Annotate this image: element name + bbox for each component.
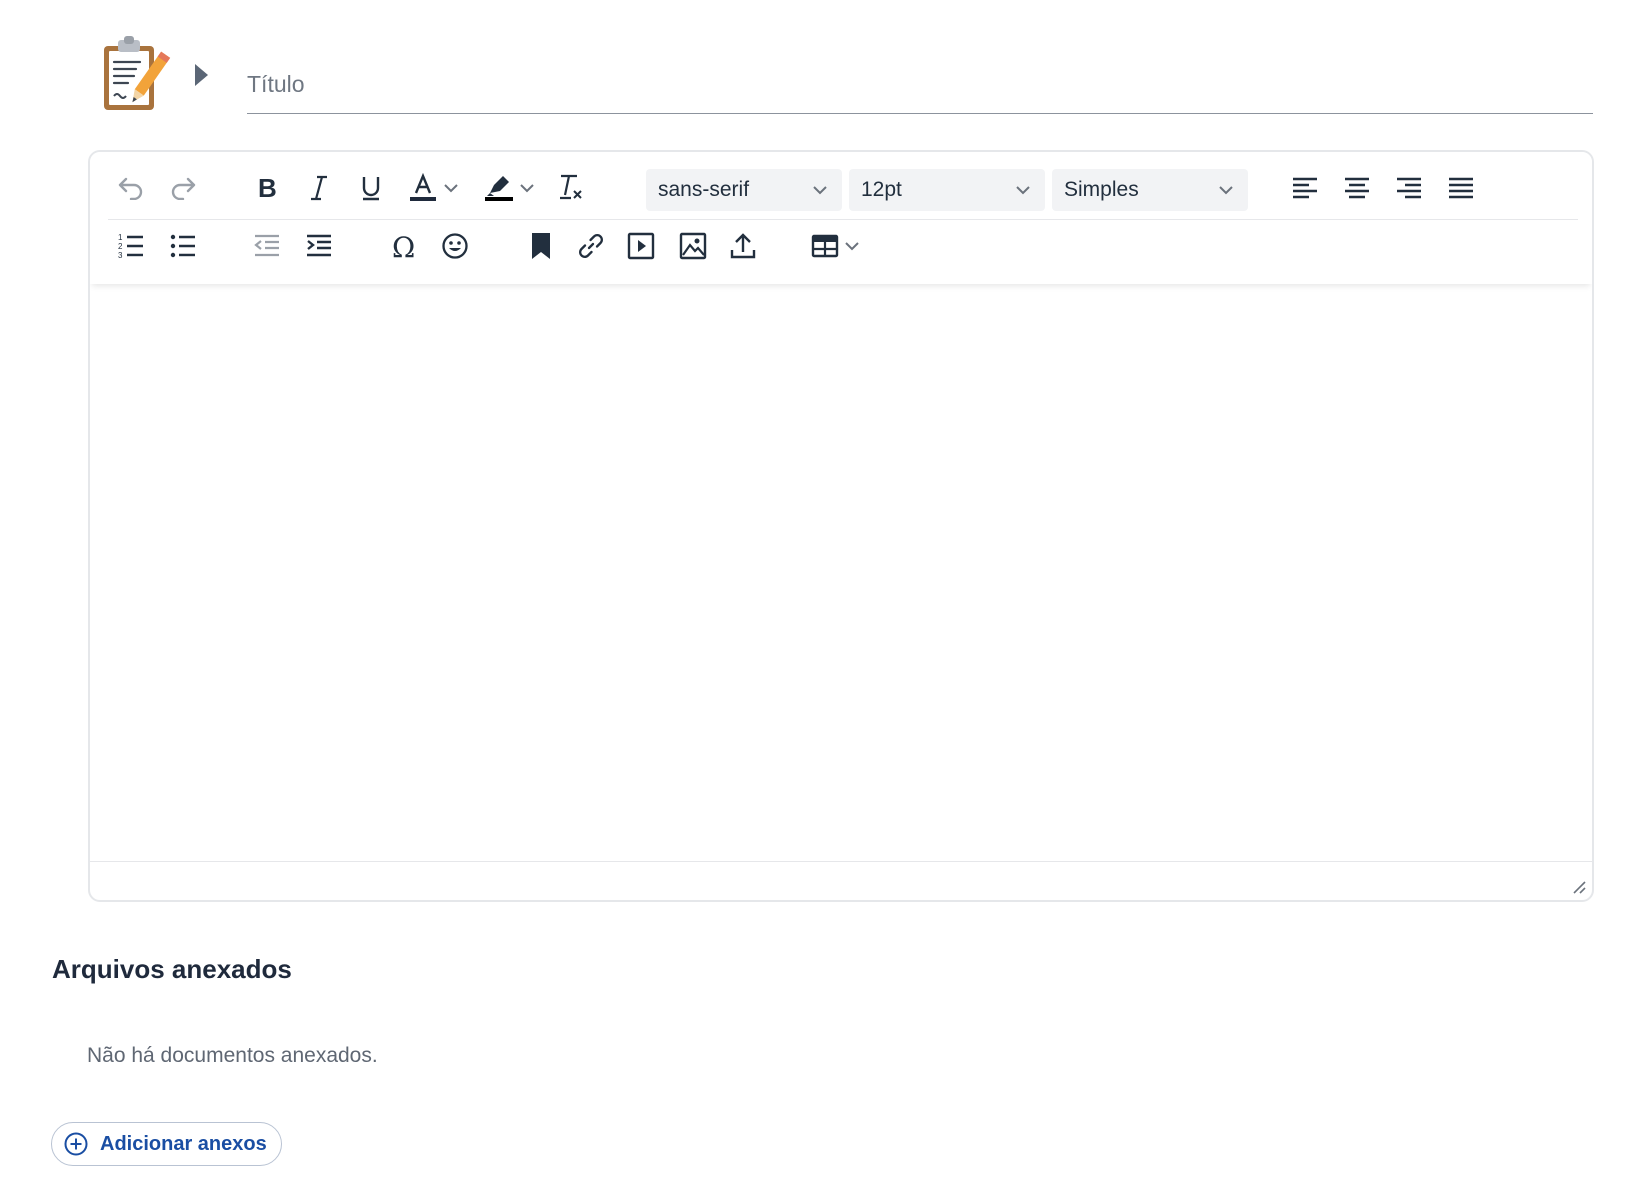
svg-text:2: 2 <box>118 242 123 251</box>
numbered-list-icon[interactable]: 123 <box>112 226 150 266</box>
title-input[interactable] <box>247 62 1593 114</box>
chevron-down-icon <box>813 186 827 195</box>
align-justify-icon[interactable] <box>1442 168 1480 208</box>
expand-caret-icon[interactable] <box>195 64 208 86</box>
svg-text:3: 3 <box>118 251 123 259</box>
bookmark-icon[interactable] <box>522 226 560 266</box>
special-character-omega-icon[interactable]: Ω <box>386 226 424 266</box>
indent-icon[interactable] <box>300 226 338 266</box>
outdent-icon[interactable] <box>248 226 286 266</box>
text-color-dropdown-chevron-icon[interactable] <box>440 168 462 208</box>
underline-icon[interactable] <box>352 168 390 208</box>
add-attachments-label: Adicionar anexos <box>100 1132 267 1155</box>
bold-icon[interactable]: B <box>248 168 286 208</box>
resize-handle-icon[interactable] <box>1572 880 1586 894</box>
add-attachments-button[interactable]: Adicionar anexos <box>51 1122 282 1166</box>
highlight-color-icon[interactable] <box>480 168 518 208</box>
highlight-dropdown-chevron-icon[interactable] <box>516 168 538 208</box>
table-icon[interactable] <box>808 226 842 266</box>
italic-icon[interactable] <box>300 168 338 208</box>
upload-icon[interactable] <box>724 226 762 266</box>
no-attachments-message: Não há documentos anexados. <box>87 1044 378 1067</box>
font-family-select[interactable]: sans-serif <box>646 169 842 211</box>
clipboard-icon <box>100 36 172 116</box>
svg-text:B: B <box>258 175 277 201</box>
plus-circle-icon <box>64 1132 88 1156</box>
insert-media-icon[interactable] <box>622 226 660 266</box>
svg-text:1: 1 <box>118 233 123 242</box>
clear-formatting-icon[interactable] <box>552 168 590 208</box>
chevron-down-icon <box>1016 186 1030 195</box>
text-color-icon[interactable] <box>404 168 442 208</box>
toolbar-row-divider <box>108 219 1578 220</box>
align-right-icon[interactable] <box>1390 168 1428 208</box>
font-size-select[interactable]: 12pt <box>849 169 1045 211</box>
table-dropdown-chevron-icon[interactable] <box>842 226 862 266</box>
svg-text:Ω: Ω <box>392 232 415 260</box>
block-format-select[interactable]: Simples <box>1052 169 1248 211</box>
insert-image-icon[interactable] <box>674 226 712 266</box>
undo-icon[interactable] <box>112 168 150 208</box>
chevron-down-icon <box>1219 186 1233 195</box>
attachments-heading: Arquivos anexados <box>52 954 292 984</box>
bullet-list-icon[interactable] <box>164 226 202 266</box>
editor-content-area[interactable] <box>90 284 1592 862</box>
align-center-icon[interactable] <box>1338 168 1376 208</box>
link-icon[interactable] <box>572 226 610 266</box>
redo-icon[interactable] <box>164 168 202 208</box>
align-left-icon[interactable] <box>1286 168 1324 208</box>
rich-text-editor: B sans-serif 12pt Simples 1 2 3 Ω <box>88 150 1594 902</box>
editor-status-bar <box>90 861 1592 900</box>
editor-toolbar: B sans-serif 12pt Simples 1 2 3 Ω <box>90 152 1592 284</box>
emoji-icon[interactable] <box>436 226 474 266</box>
